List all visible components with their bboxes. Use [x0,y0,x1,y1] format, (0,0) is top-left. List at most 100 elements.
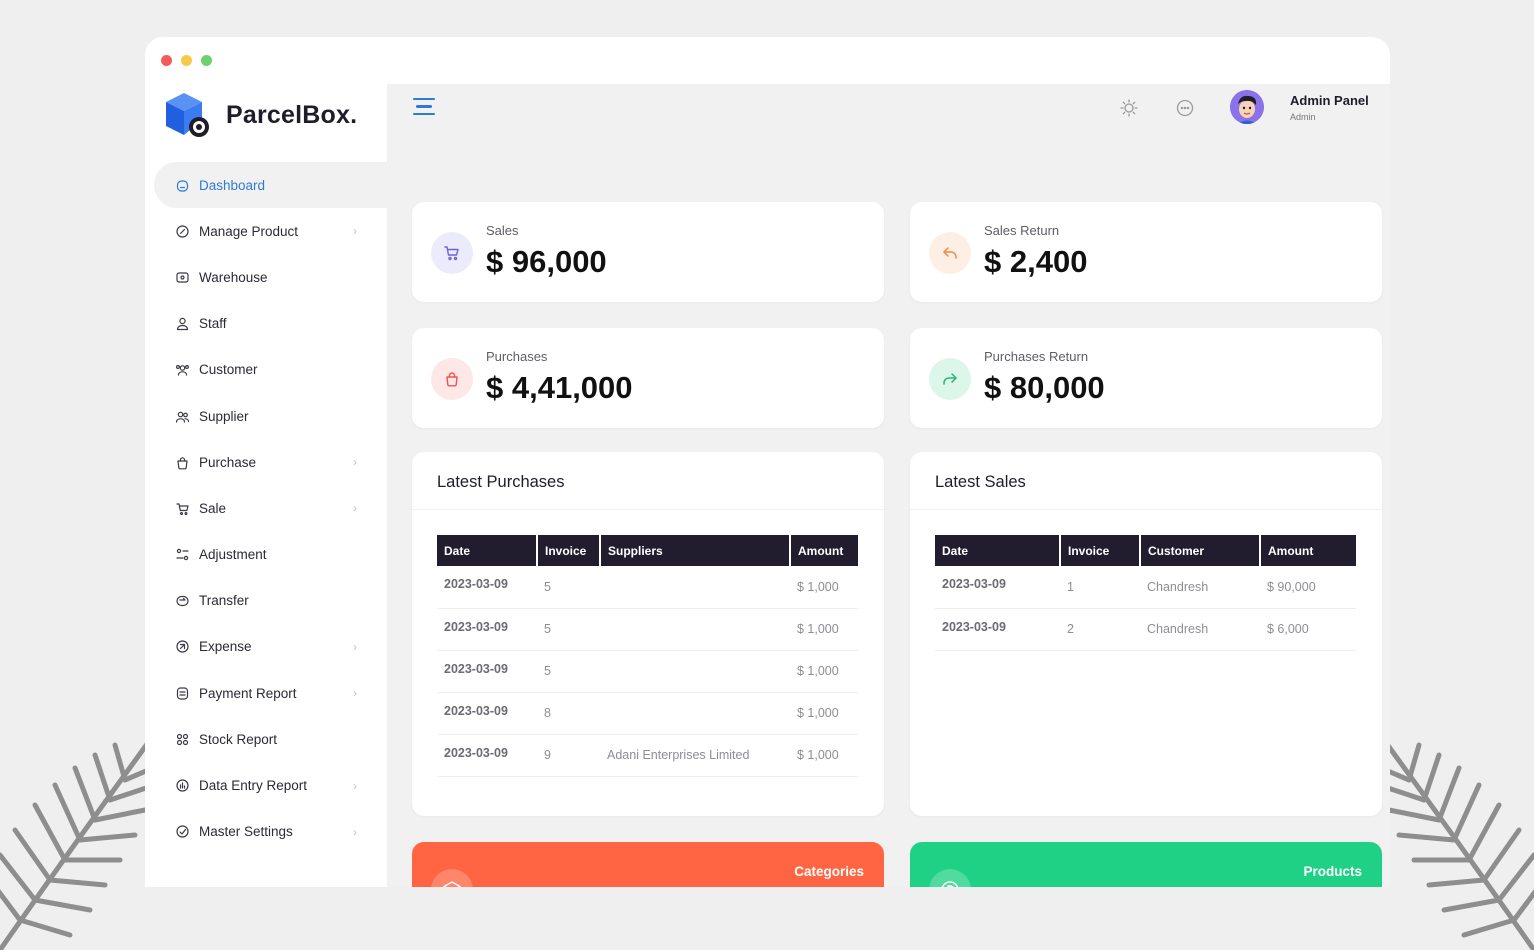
sidebar-item-label: Sale [199,500,227,516]
categories-icon-circle [431,869,473,887]
cart-icon [176,503,189,515]
table-body: 2023-03-09 5 $ 1,000 2023-03-09 5 $ 1,000 2023… [437,566,858,777]
purchases-return-card[interactable]: Purchases Return $ 80,000 [910,328,1382,428]
brand-logo[interactable]: ParcelBox. [162,90,357,140]
categories-card[interactable]: Categories 3 [412,842,884,887]
table-cell: $ 1,000 [790,650,858,693]
categories-label: Categories [794,864,864,879]
purchases-value: $ 4,41,000 [486,370,633,405]
purchases-icon-circle [431,358,473,400]
table-row[interactable]: 2023-03-09 1 Chandresh $ 90,000 [935,566,1356,609]
hamburger-line [416,105,432,108]
purchases-card[interactable]: Purchases $ 4,41,000 [412,328,884,428]
user-icon [176,317,189,331]
table-row[interactable]: 2023-03-09 5 $ 1,000 [437,566,858,609]
table-cell [600,608,790,651]
sidebar-item-data-entry-report[interactable]: Data Entry Report › [154,762,387,808]
sidebar-item-label: Data Entry Report [199,778,308,794]
table-row[interactable]: 2023-03-09 5 $ 1,000 [437,650,858,693]
sidebar-item-label: Master Settings [199,824,293,840]
adjust-icon [176,548,189,561]
column-header[interactable]: Customer [1140,535,1261,566]
minimize-window-dot[interactable] [181,55,192,66]
products-label: Products [1303,864,1362,879]
latest-purchases-table: Date Invoice Suppliers Amount 2023-03-09 5 $ … [437,535,858,777]
sidebar-item-staff[interactable]: Staff [154,301,387,347]
sidebar-item-dashboard[interactable]: Dashboard [154,162,387,209]
sidebar-item-sale[interactable]: Sale › [154,485,387,531]
sidebar-item-customer[interactable]: Customer [154,347,387,393]
admin-name[interactable]: Admin Panel [1290,93,1369,108]
table-row[interactable]: 2023-03-09 9 Adani Enterprises Limited $ 1,… [437,734,858,777]
sidebar-item-label: Purchase [199,454,257,470]
table-row[interactable]: 2023-03-09 2 Chandresh $ 6,000 [935,608,1356,651]
sales-icon-circle [431,232,473,274]
sales-return-value: $ 2,400 [984,244,1088,279]
close-window-dot[interactable] [161,55,172,66]
transfer-icon [176,596,189,607]
column-header[interactable]: Invoice [1060,535,1141,566]
sales-card[interactable]: Sales $ 96,000 [412,202,884,302]
sidebar-item-adjustment[interactable]: Adjustment [154,532,387,578]
layers-icon [443,881,461,887]
window-controls [161,55,212,66]
menu-toggle-button[interactable] [413,98,435,116]
sun-icon[interactable] [1119,98,1139,118]
table-cell: 2 [1060,608,1140,651]
table-cell: 2023-03-09 [437,650,537,693]
column-header[interactable]: Suppliers [600,535,791,566]
chart-icon [176,779,189,792]
sidebar-item-transfer[interactable]: Transfer [154,578,387,624]
maximize-window-dot[interactable] [201,55,212,66]
users-icon [176,365,190,376]
table-header-row: Date Invoice Customer Amount [935,535,1356,566]
sidebar-item-label: Dashboard [199,177,266,193]
sidebar-item-manage-product[interactable]: Manage Product › [154,208,387,254]
sales-return-card[interactable]: Sales Return $ 2,400 [910,202,1382,302]
forward-right-icon [943,373,957,385]
column-header[interactable]: Invoice [537,535,601,566]
settings-icon [176,825,189,838]
chevron-right-icon: › [353,455,357,470]
sidebar-item-master-settings[interactable]: Master Settings › [154,809,387,855]
sidebar-item-label: Customer [199,362,258,378]
sidebar-item-warehouse[interactable]: Warehouse [154,254,387,300]
sidebar-item-label: Payment Report [199,685,297,701]
table-cell: $ 1,000 [790,566,858,609]
sidebar-item-label: Adjustment [199,547,267,563]
latest-sales-table: Date Invoice Customer Amount 2023-03-09 1 Cha… [935,535,1356,651]
sidebar-item-label: Manage Product [199,223,299,239]
table-cell [600,650,790,693]
admin-role: Admin [1290,112,1316,122]
home-icon [176,179,189,192]
sidebar-item-label: Expense [199,639,252,655]
column-header[interactable]: Date [437,535,538,566]
chat-icon[interactable] [1175,98,1195,118]
column-header[interactable]: Date [935,535,1061,566]
column-header[interactable]: Amount [790,535,858,566]
table-cell: 8 [537,692,600,735]
column-header[interactable]: Amount [1260,535,1356,566]
sidebar-item-supplier[interactable]: Supplier [154,393,387,439]
table-cell: $ 1,000 [790,692,858,735]
table-row[interactable]: 2023-03-09 8 $ 1,000 [437,692,858,735]
sidebar-item-expense[interactable]: Expense › [154,624,387,670]
products-card[interactable]: Products 6 [910,842,1382,887]
sidebar-item-purchase[interactable]: Purchase › [154,439,387,485]
brand-name: ParcelBox. [226,100,358,129]
table-cell [600,566,790,609]
table-row[interactable]: 2023-03-09 5 $ 1,000 [437,608,858,651]
table-cell: 5 [537,608,600,651]
table-cell: Chandresh [1140,608,1260,651]
table-cell [600,692,790,735]
return-left-icon [943,247,957,259]
sidebar-item-payment-report[interactable]: Payment Report › [154,670,387,716]
chevron-right-icon: › [353,639,357,654]
purchases-return-icon-circle [929,358,971,400]
table-cell: 2023-03-09 [437,608,537,651]
sidebar-item-stock-report[interactable]: Stock Report [154,716,387,762]
purchases-return-label: Purchases Return [984,349,1089,364]
avatar[interactable] [1230,90,1264,124]
card-divider [412,509,884,510]
avatar-illustration-icon [1230,90,1264,124]
